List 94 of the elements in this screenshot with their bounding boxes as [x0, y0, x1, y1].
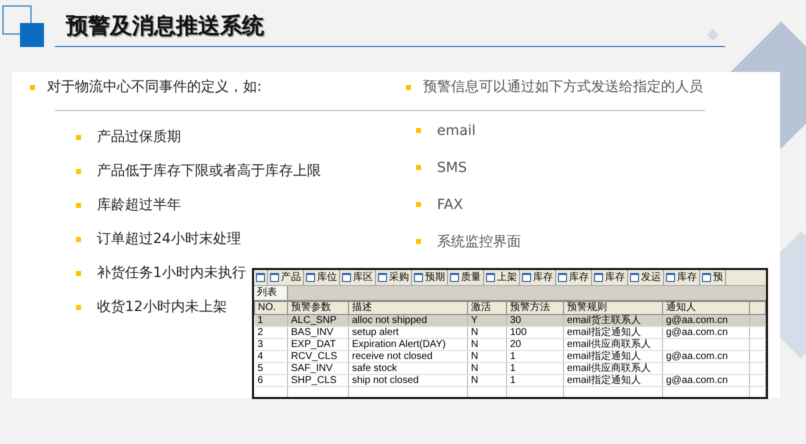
table-cell: N [468, 362, 506, 374]
table-cell: email指定通知人 [564, 350, 662, 362]
table-cell: email供应商联系人 [564, 338, 662, 350]
column-header: 预警方法 [506, 302, 564, 314]
table-row[interactable]: 5 SAF_INV safe stock N 1 email供应商联系人 [254, 362, 766, 374]
table-cell: ALC_SNP [288, 314, 348, 326]
table-cell: ship not closed [348, 374, 468, 386]
module-tab[interactable]: 库位 [304, 270, 340, 285]
table-row[interactable]: 4 RCV_CLS receive not closed N 1 email指定通知人 g@aa.com.cn [254, 350, 766, 362]
window-icon [256, 273, 265, 282]
bullet-icon [416, 165, 421, 170]
bullet-text: 库龄超过半年 [97, 196, 181, 214]
module-tab[interactable]: 库区 [340, 270, 376, 285]
bullet-text: 产品低于库存下限或者高于库存上限 [97, 162, 321, 180]
bullet-icon [76, 304, 81, 310]
table-cell: 1 [254, 314, 288, 326]
table-cell: 1 [506, 350, 564, 362]
table-cell: 1 [506, 362, 564, 374]
table-cell: SHP_CLS [288, 374, 348, 386]
bullet-text: 系统监控界面 [437, 232, 521, 250]
module-tab[interactable]: 发运 [628, 270, 664, 285]
table-cell: g@aa.com.cn [662, 314, 750, 326]
bullet-text: email [437, 122, 476, 138]
table-cell: g@aa.com.cn [662, 326, 750, 338]
table-cell: alloc not shipped [348, 314, 468, 326]
table-cell: email供应商联系人 [564, 362, 662, 374]
table-cell: SAF_INV [288, 362, 348, 374]
table-cell: 3 [254, 338, 288, 350]
bullet-text: 收货12小时内未上架 [97, 298, 227, 316]
module-tab[interactable]: 质量 [448, 270, 484, 285]
module-tab[interactable]: 库存 [592, 270, 628, 285]
table-cell: email指定通知人 [564, 374, 662, 386]
bullet-text: SMS [437, 160, 467, 176]
table-row[interactable]: 3 EXP_DAT Expiration Alert(DAY) N 20 email供应商联系人 [254, 338, 766, 350]
module-tab[interactable]: 预 [700, 270, 726, 285]
bullet-icon [76, 202, 81, 208]
diamond-decoration [707, 29, 719, 41]
table-cell: N [468, 338, 506, 350]
module-tab[interactable]: 产品 [268, 270, 304, 285]
table-cell: setup alert [348, 326, 468, 338]
table-row[interactable]: 6 SHP_CLS ship not closed N 1 email指定通知人 g@aa.com.cn [254, 374, 766, 386]
module-tab[interactable]: 预期 [412, 270, 448, 285]
table-cell: g@aa.com.cn [662, 350, 750, 362]
bullet-icon [416, 128, 421, 133]
table-cell: EXP_DAT [288, 338, 348, 350]
module-tab[interactable]: 库存 [520, 270, 556, 285]
bullet-icon [76, 134, 81, 140]
bullet-icon [416, 239, 421, 244]
table-cell: N [468, 326, 506, 338]
table-cell: email货主联系人 [564, 314, 662, 326]
table-cell: 100 [506, 326, 564, 338]
table-cell: receive not closed [348, 350, 468, 362]
bullet-text: 补货任务1小时内未执行 [97, 264, 246, 282]
bullet-icon [30, 84, 35, 90]
module-tab[interactable]: 采购 [376, 270, 412, 285]
table-row[interactable]: 1 ALC_SNP alloc not shipped Y 30 email货主联系人 g@aa.com.cn [254, 314, 766, 326]
table-cell: 2 [254, 326, 288, 338]
bullet-text: 订单超过24小时末处理 [97, 230, 241, 248]
table-cell: 6 [254, 374, 288, 386]
bullet-text: FAX [437, 196, 463, 212]
table-cell: Expiration Alert(DAY) [348, 338, 468, 350]
table-cell: 1 [506, 374, 564, 386]
table-cell: N [468, 350, 506, 362]
table-cell: 5 [254, 362, 288, 374]
column-header: 预警参数 [288, 302, 348, 314]
table-cell: 30 [506, 314, 564, 326]
column-header: NO. [254, 302, 288, 314]
table-cell: safe stock [348, 362, 468, 374]
table-cell: RCV_CLS [288, 350, 348, 362]
column-header: 预警规则 [564, 302, 662, 314]
table-cell: email指定通知人 [564, 326, 662, 338]
table-cell: g@aa.com.cn [662, 374, 750, 386]
bullet-heading: 预警信息可以通过如下方式发送给指定的人员 [423, 78, 703, 96]
bullet-icon [76, 270, 81, 276]
table-cell: 20 [506, 338, 564, 350]
bullet-icon [406, 84, 411, 90]
column-header: 激活 [468, 302, 506, 314]
table-cell: 4 [254, 350, 288, 362]
bullet-icon [76, 168, 81, 174]
bullet-text: 产品过保质期 [97, 128, 181, 146]
slide-title: 预警及消息推送系统 [66, 13, 264, 41]
list-tab[interactable]: 列表 [254, 286, 288, 300]
bullet-heading: 对于物流中心不同事件的定义，如: [47, 78, 262, 96]
module-tab[interactable]: 库存 [664, 270, 700, 285]
table-row[interactable]: 2 BAS_INV setup alert N 100 email指定通知人 g@aa.com.cn [254, 326, 766, 338]
squares-logo-icon [2, 5, 44, 47]
module-tab[interactable]: 上架 [484, 270, 520, 285]
table-cell: N [468, 374, 506, 386]
table-cell: BAS_INV [288, 326, 348, 338]
column-header: 通知人 [662, 302, 750, 314]
module-tab[interactable]: 库存 [556, 270, 592, 285]
bullet-icon [76, 236, 81, 242]
column-header: 描述 [348, 302, 468, 314]
bullet-icon [416, 202, 421, 207]
